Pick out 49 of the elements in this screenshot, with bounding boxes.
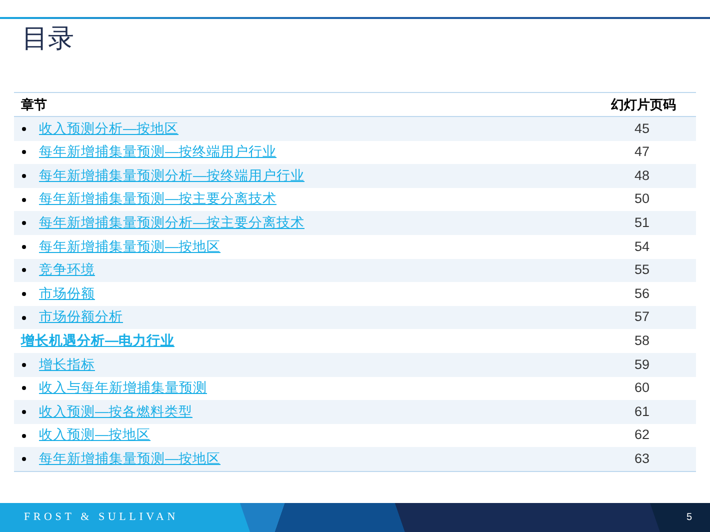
page-number: 63 — [633, 450, 651, 468]
bullet-icon — [22, 244, 26, 249]
page-number: 60 — [633, 379, 651, 398]
bullet-icon — [22, 362, 26, 367]
page-number: 61 — [633, 402, 651, 421]
slide-title: 目录 — [22, 22, 74, 55]
chapter-link[interactable]: 每年新增捕集量预测—按主要分离技术 — [39, 189, 276, 210]
bullet-icon — [22, 386, 26, 390]
page-number: 58 — [633, 332, 651, 350]
page-number: 48 — [633, 166, 651, 185]
chapter-link[interactable]: 收入预测分析—按地区 — [39, 118, 178, 139]
page-number: 59 — [633, 356, 651, 374]
chapter-link[interactable]: 每年新增捕集量预测—按终端用户行业 — [39, 142, 276, 163]
bullet-icon — [22, 457, 26, 462]
section-link[interactable]: 增长机遇分析—电力行业 — [21, 331, 174, 352]
bullet-icon — [22, 434, 26, 438]
page-number: 5 — [686, 511, 692, 525]
page-number: 54 — [633, 238, 651, 256]
column-header: 幻灯片页码 — [611, 96, 676, 114]
page-number: 55 — [633, 261, 651, 280]
page-number: 62 — [633, 426, 651, 444]
page-number: 51 — [633, 214, 651, 232]
bullet-icon — [22, 221, 26, 226]
bullet-icon — [22, 316, 26, 320]
chapter-link[interactable]: 收入预测—按地区 — [39, 425, 150, 446]
page-number: 47 — [633, 143, 651, 162]
chapter-link[interactable]: 每年新增捕集量预测—按地区 — [39, 448, 220, 470]
bullet-icon — [22, 126, 26, 131]
chapter-link[interactable]: 每年新增捕集量预测—按地区 — [39, 236, 220, 257]
page-number: 56 — [633, 284, 651, 303]
bullet-icon — [22, 150, 26, 154]
bullet-icon — [22, 292, 26, 296]
chapter-link[interactable]: 增长指标 — [39, 354, 95, 375]
bullet-icon — [22, 198, 26, 202]
bullet-icon — [22, 174, 26, 178]
page-number: 50 — [633, 190, 651, 208]
chapter-link[interactable]: 每年新增捕集量预测分析—按终端用户行业 — [39, 166, 304, 186]
bullet-icon — [22, 268, 26, 272]
footer-logo: FROST & SULLIVAN — [24, 510, 178, 526]
chapter-link[interactable]: 市场份额分析 — [39, 307, 123, 328]
chapter-link[interactable]: 每年新增捕集量预测分析—按主要分离技术 — [39, 213, 304, 234]
chapter-link[interactable]: 收入预测—按各燃料类型 — [39, 402, 192, 422]
page-number: 45 — [633, 120, 651, 138]
bullet-icon — [22, 410, 26, 414]
chapter-link[interactable]: 市场份额 — [39, 284, 95, 304]
chapter-link[interactable]: 收入与每年新增捕集量预测 — [39, 378, 207, 398]
chapter-link[interactable]: 竞争环境 — [39, 260, 95, 280]
column-header: 章节 — [21, 96, 47, 114]
page-number: 57 — [633, 308, 651, 326]
